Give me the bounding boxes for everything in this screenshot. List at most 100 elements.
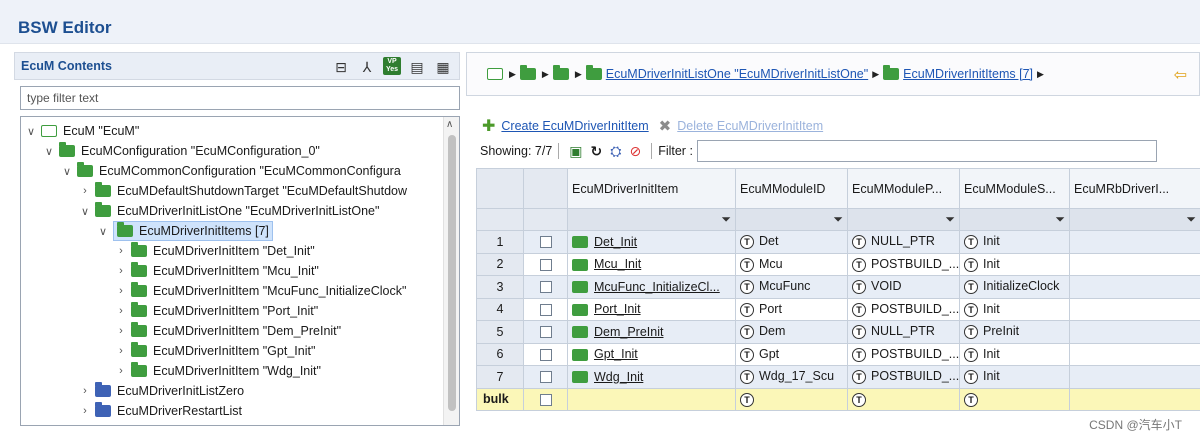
funnel-icon[interactable]: ⏷ [1186,212,1196,226]
column-filter[interactable]: ⏷ [847,208,960,231]
tree-node[interactable]: › EcuMDriverRestartList [79,401,242,421]
tree-node[interactable]: › EcuMDefaultShutdownTarget "EcuMDefault… [79,181,407,201]
tree-node[interactable]: › EcuMDriverInitItem "Mcu_Init" [115,261,319,281]
expand-chevron-icon[interactable]: › [79,405,91,417]
column-filter[interactable]: ⏷ [567,208,736,231]
bulk-edit-row[interactable]: bulk T T T [476,387,1200,411]
module-s-cell[interactable]: T PreInit [959,320,1070,344]
module-p-cell[interactable]: T NULL_PTR [847,320,960,344]
rb-driver-cell[interactable] [1069,320,1200,344]
rb-driver-cell[interactable] [1069,275,1200,299]
row-checkbox[interactable] [539,236,552,249]
excel-export-icon[interactable]: ▣ [569,143,582,160]
item-cell[interactable]: McuFunc_InitializeCl... [567,275,736,299]
column-filter[interactable]: ⏷ [735,208,848,231]
module-p-cell[interactable]: T VOID [847,275,960,299]
bulk-item-cell[interactable] [567,387,736,411]
rb-driver-cell[interactable] [1069,230,1200,254]
expand-chevron-icon[interactable]: › [79,185,91,197]
module-id-cell[interactable]: T Det [735,230,848,254]
bulk-module-p-cell[interactable]: T [847,387,960,411]
tree-node[interactable]: › EcuMDriverInitItem "Det_Init" [115,241,315,261]
rb-driver-cell[interactable] [1069,365,1200,389]
rb-driver-cell[interactable] [1069,297,1200,321]
refresh-icon[interactable]: ↻ [591,143,603,160]
module-icon[interactable] [487,68,503,80]
funnel-icon[interactable]: ⏷ [1055,212,1065,226]
clear-filter-icon[interactable]: ⊘ [629,143,641,160]
column-header[interactable]: EcuMRbDriverI... [1069,168,1200,209]
column-filter[interactable]: ⏷ [959,208,1070,231]
row-checkbox-cell[interactable] [523,365,568,389]
module-id-cell[interactable]: T Mcu [735,252,848,276]
tree-node-selected[interactable]: ∨ EcuMDriverInitItems [7] [97,221,273,241]
bulk-checkbox[interactable] [539,393,552,406]
breadcrumb-link-initlistone[interactable]: EcuMDriverInitListOne "EcuMDriverInitLis… [606,67,868,81]
tree-node[interactable]: › EcuMDriverInitItem "Gpt_Init" [115,341,315,361]
plus-icon[interactable]: ✚ [482,116,495,136]
tree-node-ecum[interactable]: ∨ EcuM "EcuM" [25,121,139,141]
bulk-checkbox-cell[interactable] [523,387,568,411]
module-id-cell[interactable]: T Wdg_17_Scu [735,365,848,389]
item-cell[interactable]: Dem_PreInit [567,320,736,344]
row-checkbox-cell[interactable] [523,230,568,254]
row-checkbox[interactable] [539,258,552,271]
item-cell[interactable]: Port_Init [567,297,736,321]
module-p-cell[interactable]: T POSTBUILD_... [847,297,960,321]
expand-chevron-icon[interactable]: ∨ [25,125,37,138]
item-cell[interactable]: Mcu_Init [567,252,736,276]
table-filter-input[interactable] [696,140,1157,162]
expand-chevron-icon[interactable]: › [115,325,127,337]
expand-chevron-icon[interactable]: ∨ [97,225,109,238]
row-checkbox-cell[interactable] [523,275,568,299]
expand-chevron-icon[interactable]: › [115,245,127,257]
module-s-cell[interactable]: T Init [959,252,1070,276]
row-checkbox[interactable] [539,326,552,339]
module-p-cell[interactable]: T POSTBUILD_... [847,252,960,276]
tree-node[interactable]: ∨ EcuMDriverInitListOne "EcuMDriverInitL… [79,201,379,221]
vp-yes-icon[interactable]: VP Yes [383,57,401,75]
scroll-up-icon[interactable]: ∧ [446,119,453,130]
module-p-cell[interactable]: T NULL_PTR [847,230,960,254]
folder-icon[interactable] [519,65,536,80]
bulk-rb-driver-cell[interactable] [1069,387,1200,411]
folder-icon[interactable] [552,65,569,80]
column-header[interactable]: EcuMModuleID [735,168,848,209]
tree-filter-input[interactable]: type filter text [20,86,460,110]
expand-chevron-icon[interactable]: ∨ [79,205,91,218]
column-filter[interactable]: ⏷ [1069,208,1200,231]
row-checkbox[interactable] [539,348,552,361]
funnel-icon[interactable]: ⏷ [833,212,843,226]
tree-node[interactable]: › EcuMDriverInitItem "Port_Init" [115,301,318,321]
create-item-link[interactable]: Create EcuMDriverInitItem [501,119,648,133]
tree-node[interactable]: ∨ EcuMCommonConfiguration "EcuMCommonCon… [61,161,401,181]
row-checkbox-cell[interactable] [523,252,568,276]
tree-node[interactable]: › EcuMDriverInitListZero [79,381,244,401]
expand-chevron-icon[interactable]: › [115,265,127,277]
column-header[interactable]: EcuMModuleP... [847,168,960,209]
tree-node[interactable]: › EcuMDriverInitItem "Wdg_Init" [115,361,321,381]
module-id-cell[interactable]: T McuFunc [735,275,848,299]
module-s-cell[interactable]: T Init [959,297,1070,321]
tree-scrollbar[interactable]: ∧ [443,117,459,425]
row-checkbox[interactable] [539,371,552,384]
expand-chevron-icon[interactable]: › [115,345,127,357]
tree-node[interactable]: › EcuMDriverInitItem "Dem_PreInit" [115,321,341,341]
row-checkbox-cell[interactable] [523,320,568,344]
module-id-cell[interactable]: T Dem [735,320,848,344]
column-header[interactable]: EcuMModuleS... [959,168,1070,209]
funnel-icon[interactable]: ⏷ [721,212,731,226]
item-cell[interactable]: Gpt_Init [567,342,736,366]
back-arrow-icon[interactable]: ⇦ [1174,65,1187,85]
item-cell[interactable]: Det_Init [567,230,736,254]
table-row[interactable]: 3 McuFunc_InitializeCl... T McuFunc T VOID… [476,275,1200,299]
module-s-cell[interactable]: T Init [959,342,1070,366]
expand-chevron-icon[interactable]: ∨ [43,145,55,158]
bulk-module-id-cell[interactable]: T [735,387,848,411]
table-row[interactable]: 1 Det_Init T Det T NULL_PTR T Init [476,230,1200,254]
tree-node[interactable]: ∨ EcuMConfiguration "EcuMConfiguration_0… [43,141,320,161]
module-p-cell[interactable]: T POSTBUILD_... [847,342,960,366]
table-view-icon[interactable]: ▦ [433,57,453,77]
expand-chevron-icon[interactable]: › [115,305,127,317]
row-checkbox[interactable] [539,303,552,316]
